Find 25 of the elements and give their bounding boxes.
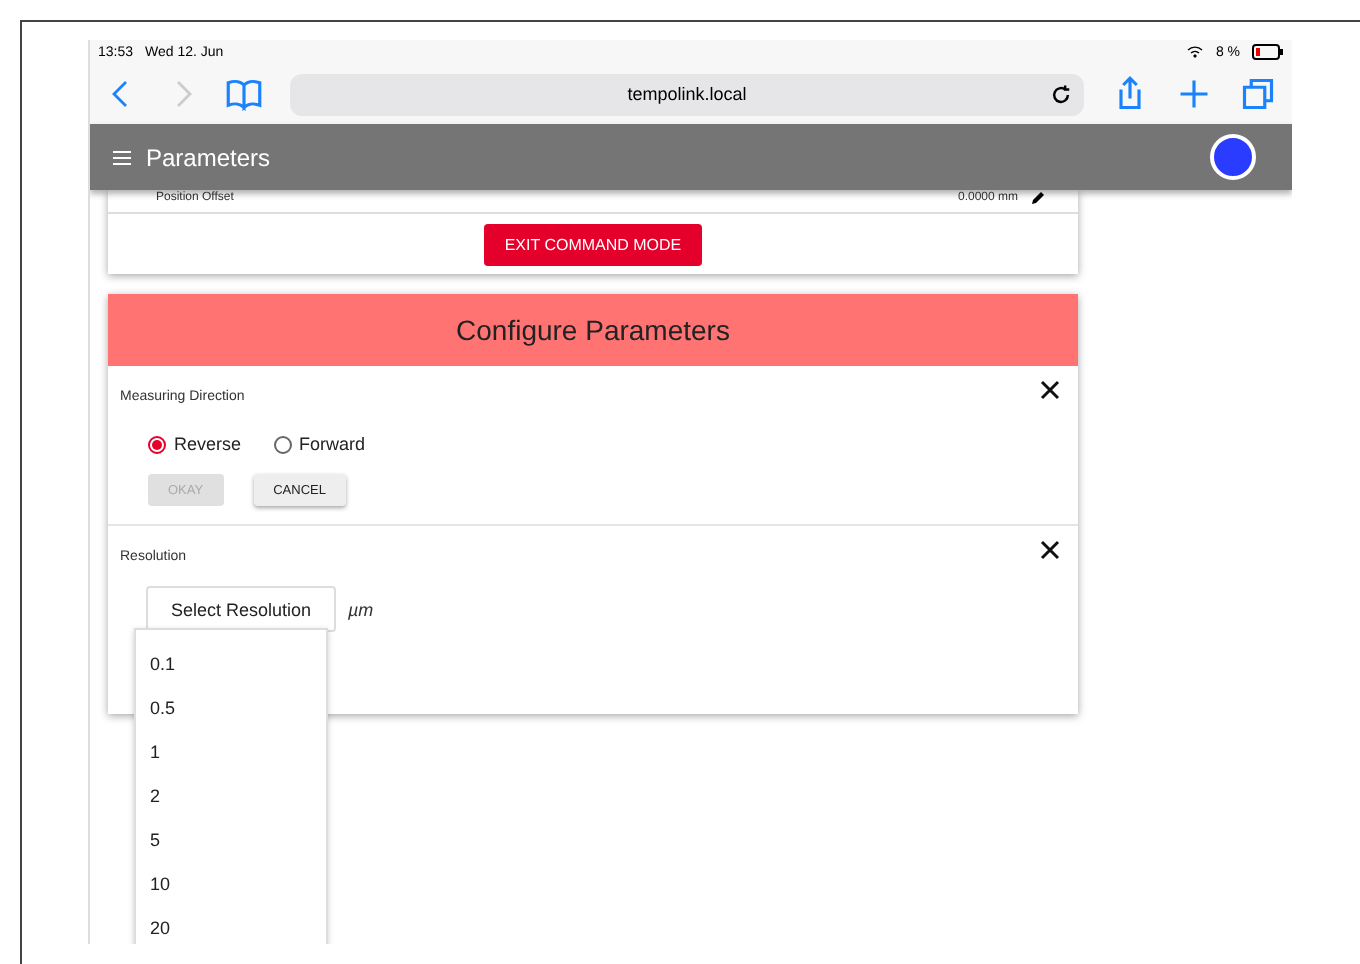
wifi-icon [1185, 44, 1204, 60]
resolution-select[interactable]: Select Resolution [146, 586, 336, 632]
dropdown-option[interactable]: 20 [136, 906, 326, 944]
dropdown-option[interactable]: 0.1 [136, 642, 326, 686]
app-bar-title: Parameters [146, 143, 271, 171]
plus-icon[interactable] [1176, 76, 1212, 112]
avatar[interactable] [1210, 134, 1256, 180]
dropdown-option[interactable]: 1 [136, 730, 326, 774]
battery-icon [1252, 44, 1284, 60]
radio-option[interactable]: Forward [273, 434, 366, 454]
dropdown-option[interactable]: 5 [136, 818, 326, 862]
dropdown-option[interactable]: 10 [136, 862, 326, 906]
tabs-icon[interactable] [1240, 76, 1276, 112]
close-button[interactable] [1038, 378, 1062, 402]
radio-option[interactable]: Reverse [148, 434, 242, 454]
dropdown-option[interactable]: 2 [136, 774, 326, 818]
unit-label: µm [348, 599, 374, 619]
reload-icon[interactable] [1050, 83, 1072, 105]
exit-command-mode-button[interactable]: EXIT COMMAND MODE [484, 223, 702, 265]
dropdown-option[interactable]: 0.5 [136, 686, 326, 730]
book-icon[interactable] [226, 76, 262, 112]
address-bar[interactable]: tempolink.local [290, 73, 1084, 115]
close-button[interactable] [1038, 538, 1062, 562]
menu-icon[interactable] [110, 145, 134, 169]
dialog-title: Configure Parameters [108, 294, 1078, 366]
